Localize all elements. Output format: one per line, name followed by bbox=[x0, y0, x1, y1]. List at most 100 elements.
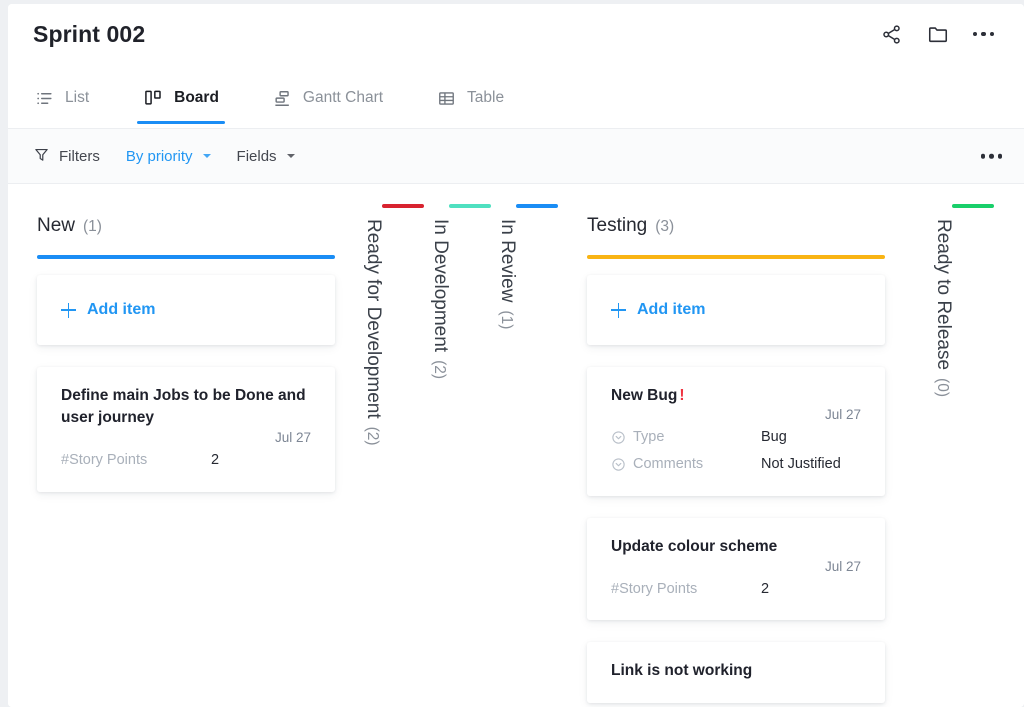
column-color-bar bbox=[587, 255, 885, 259]
gantt-icon bbox=[273, 89, 292, 108]
tab-list[interactable]: List bbox=[33, 72, 91, 124]
card-title-text: New Bug bbox=[611, 387, 678, 404]
title-bar: Sprint 002 bbox=[8, 4, 1024, 72]
fields-label: Fields bbox=[236, 147, 277, 165]
column-title: In Review bbox=[497, 219, 518, 303]
table-icon bbox=[437, 89, 456, 108]
task-card[interactable]: New Bug! Jul 27 Type Bug Comments Not Ju… bbox=[587, 367, 885, 497]
grouping-label: By priority bbox=[125, 147, 193, 165]
chevron-circle-icon bbox=[611, 430, 626, 445]
card-date: Jul 27 bbox=[824, 407, 861, 423]
column-header[interactable]: Testing (3) bbox=[587, 215, 674, 237]
chevron-circle-icon bbox=[611, 457, 626, 472]
column-count: (1) bbox=[83, 218, 102, 235]
board-column-ready-for-development[interactable]: Ready for Development (2) bbox=[363, 185, 424, 707]
column-header[interactable]: New (1) bbox=[37, 215, 102, 237]
column-color-bar bbox=[449, 204, 491, 208]
page-title: Sprint 002 bbox=[33, 21, 146, 47]
add-item-label: Add item bbox=[87, 301, 156, 318]
card-field: Type Bug bbox=[611, 424, 861, 451]
column-title: In Development bbox=[430, 219, 451, 353]
card-field-label: Comments bbox=[633, 456, 704, 473]
filters-button[interactable]: Filters bbox=[33, 146, 100, 167]
app-window: Sprint 002 List Board Gantt Chart Table … bbox=[8, 4, 1024, 707]
card-field: #Story Points 2 bbox=[61, 447, 311, 474]
more-options-icon[interactable] bbox=[972, 31, 994, 37]
board-column-ready-to-release[interactable]: Ready to Release (0) bbox=[933, 185, 994, 707]
column-header[interactable]: Ready for Development (2) bbox=[362, 219, 384, 446]
title-actions bbox=[881, 23, 994, 45]
column-color-bar bbox=[952, 204, 994, 208]
column-title: New bbox=[37, 215, 76, 236]
tab-board[interactable]: Board bbox=[137, 72, 225, 124]
task-card[interactable]: Link is not working bbox=[587, 642, 885, 703]
card-field-label: #Story Points bbox=[611, 580, 698, 597]
column-title: Testing bbox=[587, 215, 648, 236]
view-tabs: List Board Gantt Chart Table bbox=[8, 72, 1024, 128]
grouping-dropdown[interactable]: By priority bbox=[126, 148, 211, 165]
board-column-in-development[interactable]: In Development (2) bbox=[430, 185, 491, 707]
chevron-down-icon bbox=[202, 154, 211, 158]
column-count: (1) bbox=[498, 310, 515, 330]
tab-label: Table bbox=[467, 89, 505, 106]
tab-table[interactable]: Table bbox=[435, 72, 506, 124]
more-options-icon[interactable] bbox=[980, 153, 1002, 159]
column-color-bar bbox=[516, 204, 558, 208]
plus-icon bbox=[611, 302, 626, 318]
plus-icon bbox=[61, 302, 76, 318]
column-count: (2) bbox=[364, 426, 381, 446]
column-count: (0) bbox=[934, 378, 951, 397]
card-field-value: 2 bbox=[761, 580, 770, 597]
card-field-label-wrap: Type bbox=[611, 424, 761, 451]
board-column-testing: Testing (3) Add item New Bug! Jul 27 Typ… bbox=[587, 185, 885, 707]
column-color-bar bbox=[382, 204, 424, 208]
add-item-label: Add item bbox=[637, 301, 706, 318]
list-icon bbox=[35, 89, 54, 108]
task-card[interactable]: Update colour scheme Jul 27 #Story Point… bbox=[587, 518, 885, 621]
share-icon[interactable] bbox=[881, 23, 903, 45]
tab-label: Gantt Chart bbox=[302, 89, 384, 106]
card-field-label-wrap: Comments bbox=[611, 451, 761, 478]
toolbar-more-button[interactable] bbox=[980, 153, 1002, 159]
card-field-label: #Story Points bbox=[61, 451, 148, 468]
task-card[interactable]: Define main Jobs to be Done and user jou… bbox=[37, 367, 335, 492]
tab-label: Board bbox=[174, 89, 219, 106]
card-field: Comments Not Justified bbox=[611, 451, 861, 478]
card-field-value: 2 bbox=[211, 451, 220, 468]
column-cards: Add item Define main Jobs to be Done and… bbox=[37, 275, 335, 514]
board-icon bbox=[143, 88, 163, 108]
add-item-button[interactable]: Add item bbox=[37, 275, 335, 345]
column-header[interactable]: In Development (2) bbox=[429, 219, 451, 379]
tab-label: List bbox=[65, 89, 90, 106]
kanban-board: New (1) Add item Define main Jobs to be … bbox=[8, 185, 1024, 707]
board-toolbar: Filters By priority Fields bbox=[8, 128, 1024, 184]
column-count: (2) bbox=[431, 360, 448, 380]
board-column-new: New (1) Add item Define main Jobs to be … bbox=[37, 185, 335, 707]
column-title: Ready for Development bbox=[363, 219, 384, 419]
folder-icon[interactable] bbox=[927, 23, 949, 45]
card-date: Jul 27 bbox=[824, 558, 861, 574]
card-title: Define main Jobs to be Done and user jou… bbox=[61, 387, 306, 427]
card-title: Link is not working bbox=[611, 662, 753, 680]
card-title: New Bug! bbox=[611, 385, 861, 407]
card-title: Update colour scheme bbox=[611, 538, 778, 556]
card-field: #Story Points 2 bbox=[611, 576, 861, 603]
column-color-bar bbox=[37, 255, 335, 259]
chevron-down-icon bbox=[286, 154, 295, 158]
card-field-label: Type bbox=[633, 429, 665, 446]
card-field-value: Bug bbox=[761, 429, 787, 446]
column-header[interactable]: Ready to Release (0) bbox=[932, 219, 954, 397]
add-item-button[interactable]: Add item bbox=[587, 275, 885, 345]
priority-badge: ! bbox=[679, 387, 685, 404]
board-column-in-review[interactable]: In Review (1) bbox=[497, 185, 558, 707]
column-header[interactable]: In Review (1) bbox=[496, 219, 518, 329]
column-count: (3) bbox=[655, 218, 675, 235]
filters-label: Filters bbox=[59, 147, 100, 165]
card-field-value: Not Justified bbox=[761, 456, 841, 473]
column-title: Ready to Release bbox=[933, 219, 954, 371]
column-cards: Add item New Bug! Jul 27 Type Bug Commen… bbox=[587, 275, 885, 707]
card-date: Jul 27 bbox=[274, 429, 311, 445]
funnel-icon bbox=[33, 146, 50, 167]
fields-dropdown[interactable]: Fields bbox=[237, 148, 295, 165]
tab-gantt-chart[interactable]: Gantt Chart bbox=[271, 72, 385, 124]
